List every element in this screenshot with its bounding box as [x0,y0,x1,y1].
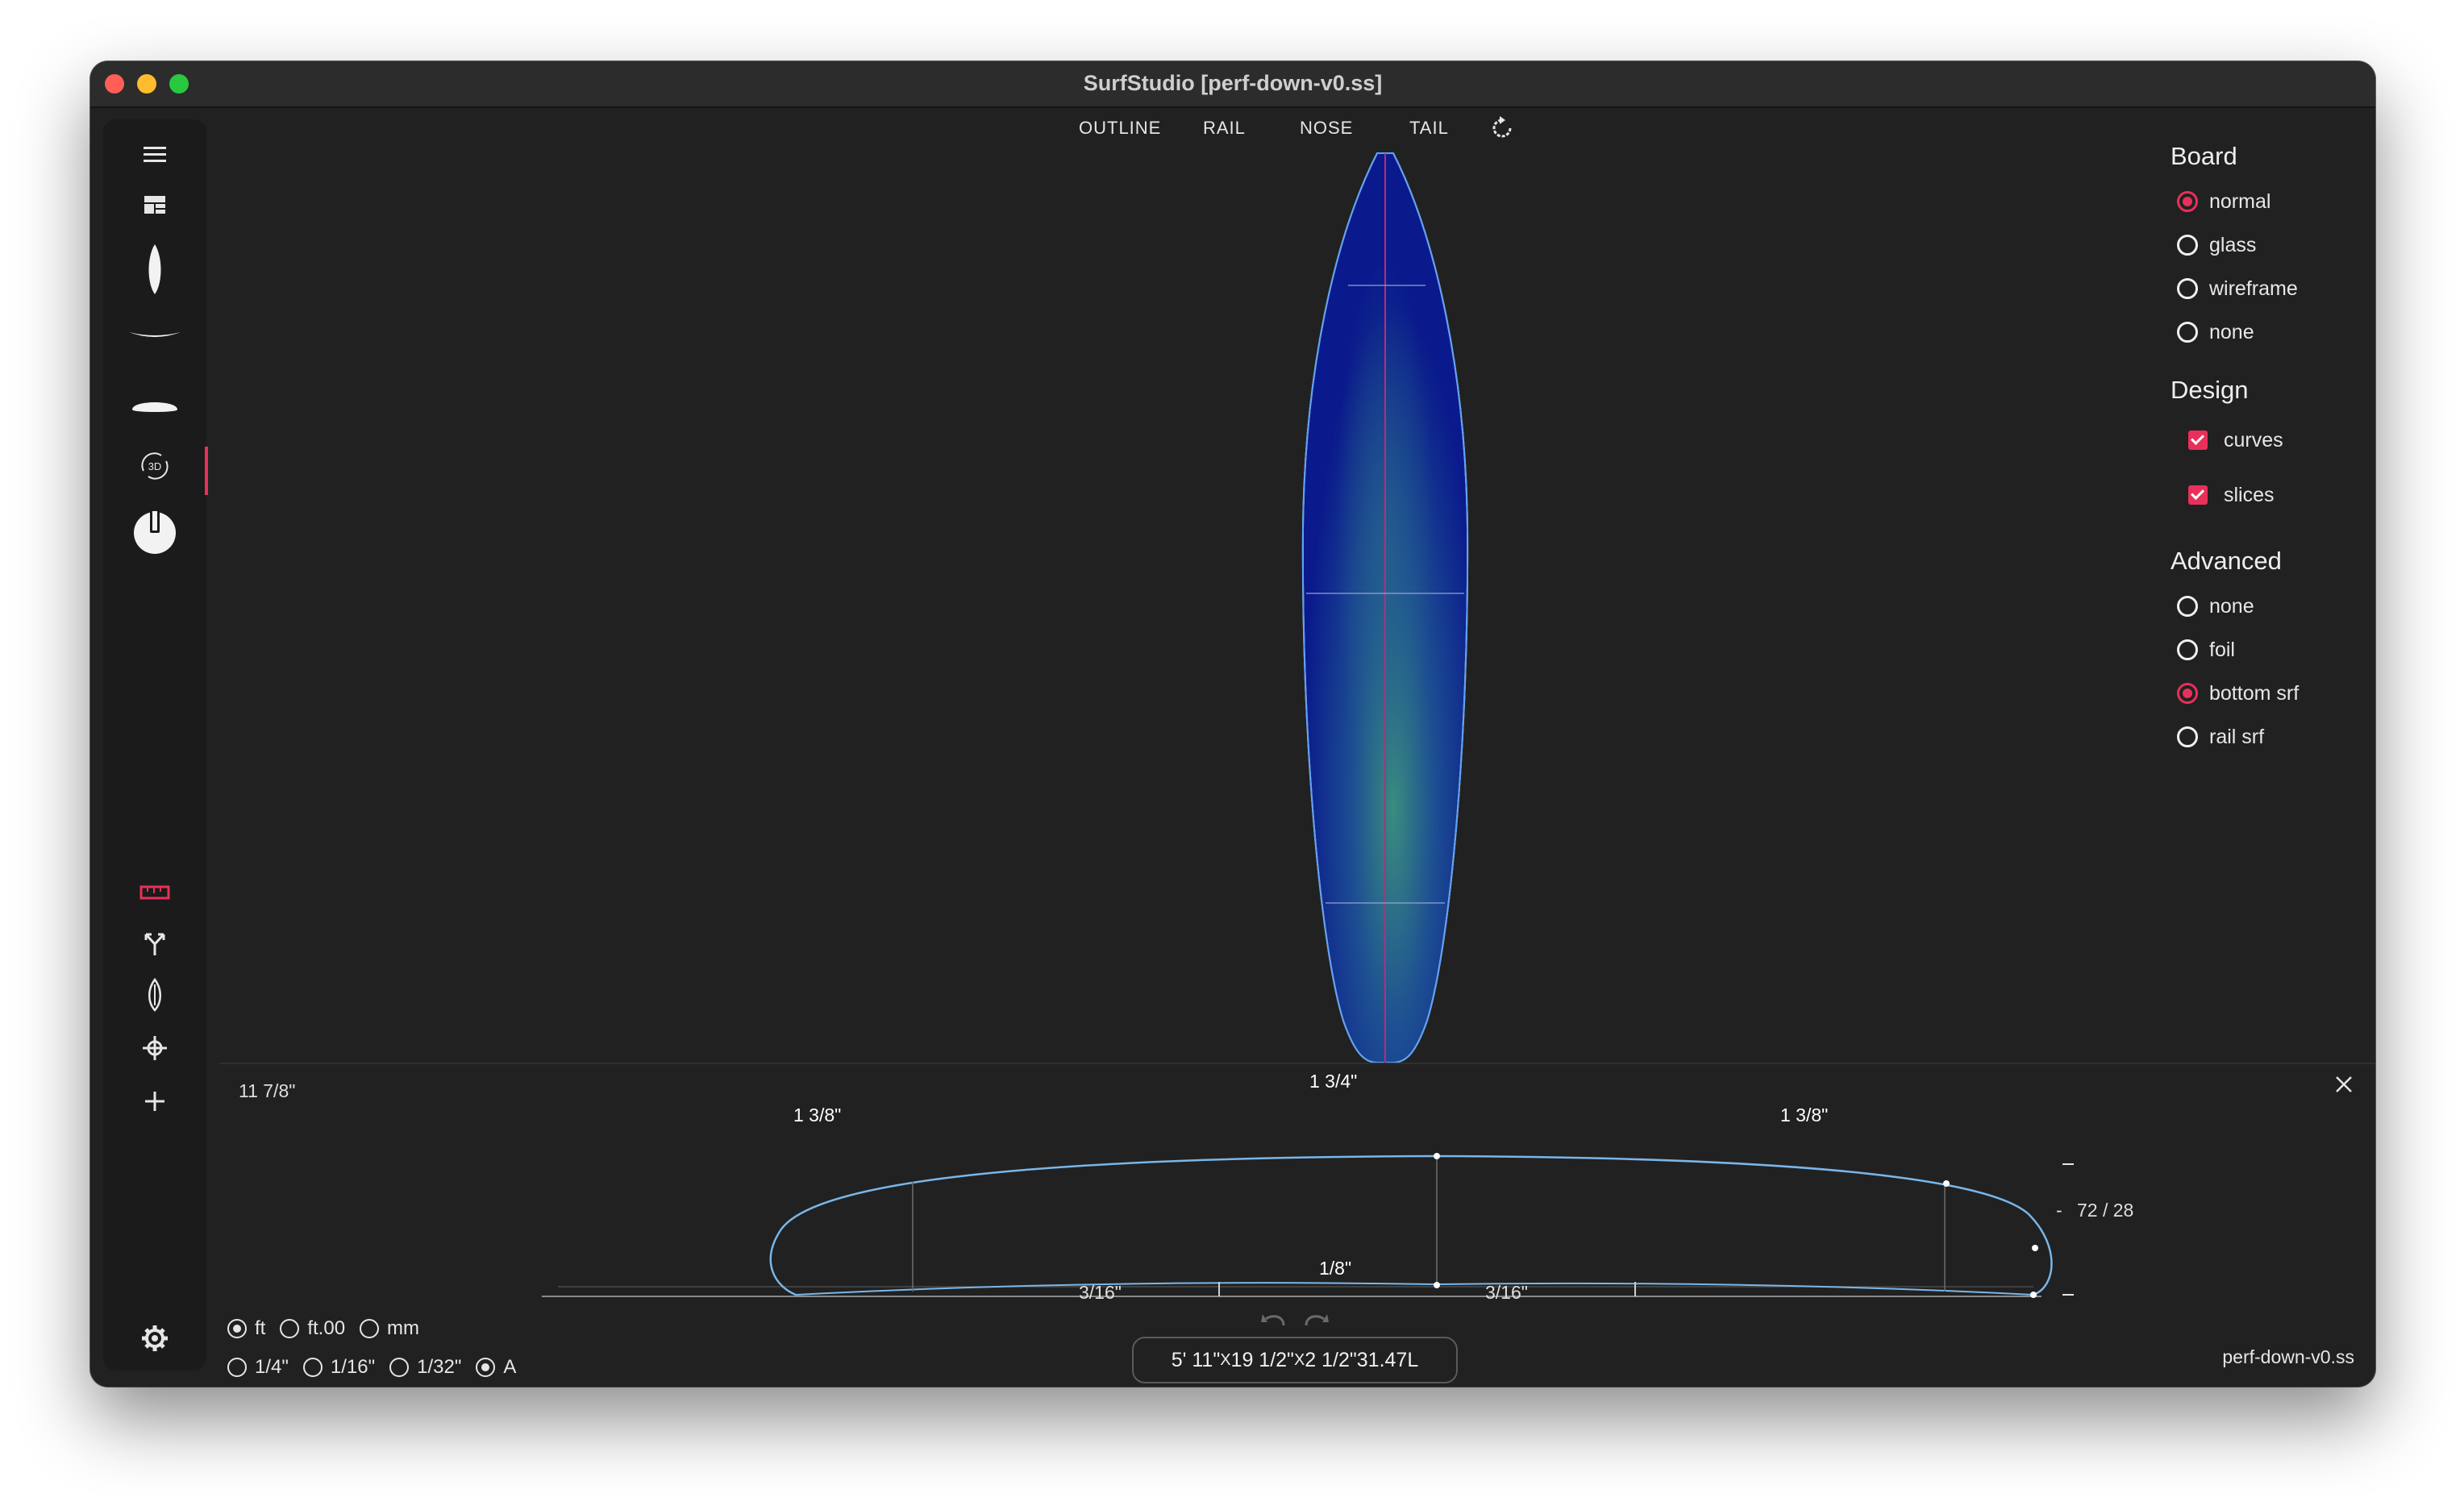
unit-ft00-label: ft.00 [307,1317,346,1339]
option-label: none [2209,320,2254,343]
thickness-center-label: 1 3/4" [1309,1071,1358,1092]
rotate-3d-icon[interactable]: 3D [103,443,206,489]
split-arrows-icon[interactable] [103,921,206,966]
redo-icon[interactable] [1301,1309,1330,1333]
precision-thirtysecond-label: 1/32" [417,1356,462,1378]
thickness-right-label: 1 3/8" [1780,1105,1829,1125]
board-outline-icon[interactable] [103,240,206,298]
precision-auto-label: A [503,1356,517,1378]
board-small-icon[interactable] [103,972,206,1017]
slice-width-label: 11 7/8" [239,1080,296,1101]
precision-sixteenth-label: 1/16" [330,1356,376,1378]
ratio-dash: - [2056,1200,2062,1221]
rocker-icon[interactable] [103,313,206,358]
check-label: curves [2224,428,2283,451]
rail-ratio-label: 72 / 28 [2077,1200,2134,1221]
radio-icon [2177,596,2198,617]
dimension-separator: X [1220,1350,1231,1369]
radio-selected-icon [2177,191,2198,212]
undo-icon[interactable] [1259,1309,1288,1333]
app-window: SurfStudio [perf-down-v0.ss] 3D OUTLINE … [90,61,2375,1387]
file-name: perf-down-v0.ss [2222,1346,2354,1367]
board-dimensions-badge[interactable]: 5' 11" X 19 1/2" X 2 1/2" 31.47L [1132,1337,1458,1383]
unit-mm-label: mm [387,1317,420,1339]
option-label: wireframe [2209,277,2298,300]
rail-icon[interactable] [103,382,206,427]
checkbox-checked-icon [2188,431,2208,450]
board-section-title: Board [2171,142,2237,170]
ruler-icon[interactable] [103,869,206,914]
settings-icon[interactable] [103,1316,206,1361]
thickness-left-label: 1 3/8" [793,1105,842,1125]
width-value: 19 1/2" [1230,1348,1294,1371]
design-check-slices[interactable]: slices [2177,479,2275,511]
tab-outline[interactable]: OUTLINE [1079,118,1161,139]
radio-icon [2177,235,2198,256]
board-top-view[interactable] [1171,142,1525,1142]
option-label: foil [2209,638,2235,661]
checkbox-checked-icon [2188,485,2208,505]
precision-auto-radio[interactable] [476,1358,496,1377]
tab-nose[interactable]: NOSE [1300,118,1353,139]
unit-ft-label: ft [255,1317,266,1339]
svg-text:3D: 3D [148,460,162,472]
board-option-wireframe[interactable]: wireframe [2177,272,2298,305]
precision-quarter-label: 1/4" [255,1356,289,1378]
title-bar: SurfStudio [perf-down-v0.ss] [90,61,2375,108]
option-label: glass [2209,233,2257,256]
dashboard-icon[interactable] [103,182,206,227]
unit-selector: ft ft.00 mm [227,1317,434,1340]
board-option-normal[interactable]: normal [2177,185,2270,218]
fin-knob-icon[interactable] [103,501,206,558]
design-section-title: Design [2171,376,2249,404]
precision-thirtysecond-radio[interactable] [389,1358,410,1377]
precision-selector: 1/4" 1/16" 1/32" A [227,1356,531,1379]
advanced-option-bottom-srf[interactable]: bottom srf [2177,677,2299,709]
close-icon[interactable] [2332,1072,2356,1096]
board-option-glass[interactable]: glass [2177,229,2256,261]
rail-slice-profile[interactable] [542,1093,2179,1303]
option-label: normal [2209,189,2271,213]
radio-icon [2177,278,2198,299]
board-option-none[interactable]: none [2177,316,2254,348]
bottom-right-label: 3/16" [1485,1282,1528,1303]
unit-mm-radio[interactable] [360,1319,380,1338]
unit-ft-radio[interactable] [227,1319,247,1338]
precision-sixteenth-radio[interactable] [302,1358,323,1377]
window-title: SurfStudio [perf-down-v0.ss] [1083,71,1383,95]
precision-quarter-radio[interactable] [227,1358,247,1377]
volume-value: 31.47L [1356,1348,1419,1371]
option-label: bottom srf [2209,681,2300,705]
menu-icon[interactable] [103,132,206,177]
radio-icon [2177,322,2198,343]
check-label: slices [2224,483,2275,506]
crosshair-icon[interactable] [103,1025,206,1071]
active-tool-indicator [205,447,208,495]
length-value: 5' 11" [1171,1348,1221,1371]
unit-ft00-radio[interactable] [280,1319,300,1338]
bottom-center-label: 1/8" [1319,1258,1352,1279]
advanced-section-title: Advanced [2171,547,2282,575]
advanced-option-none[interactable]: none [2177,590,2254,622]
add-icon[interactable] [103,1079,206,1124]
panel-divider [219,1063,2375,1064]
tab-tail[interactable]: TAIL [1409,118,1449,139]
radio-icon [2177,726,2198,747]
radio-selected-icon [2177,683,2198,704]
left-toolbar: 3D [103,119,206,1371]
option-label: rail srf [2209,725,2265,748]
advanced-option-rail-srf[interactable]: rail srf [2177,721,2264,753]
design-check-curves[interactable]: curves [2177,424,2283,456]
reset-view-icon[interactable] [1488,114,1516,142]
radio-icon [2177,639,2198,660]
dimension-separator: X [1293,1350,1305,1369]
option-label: none [2209,594,2254,618]
thickness-value: 2 1/2" [1305,1348,1357,1371]
bottom-left-label: 3/16" [1079,1282,1122,1303]
tab-rail[interactable]: RAIL [1203,118,1246,139]
advanced-option-foil[interactable]: foil [2177,634,2235,666]
